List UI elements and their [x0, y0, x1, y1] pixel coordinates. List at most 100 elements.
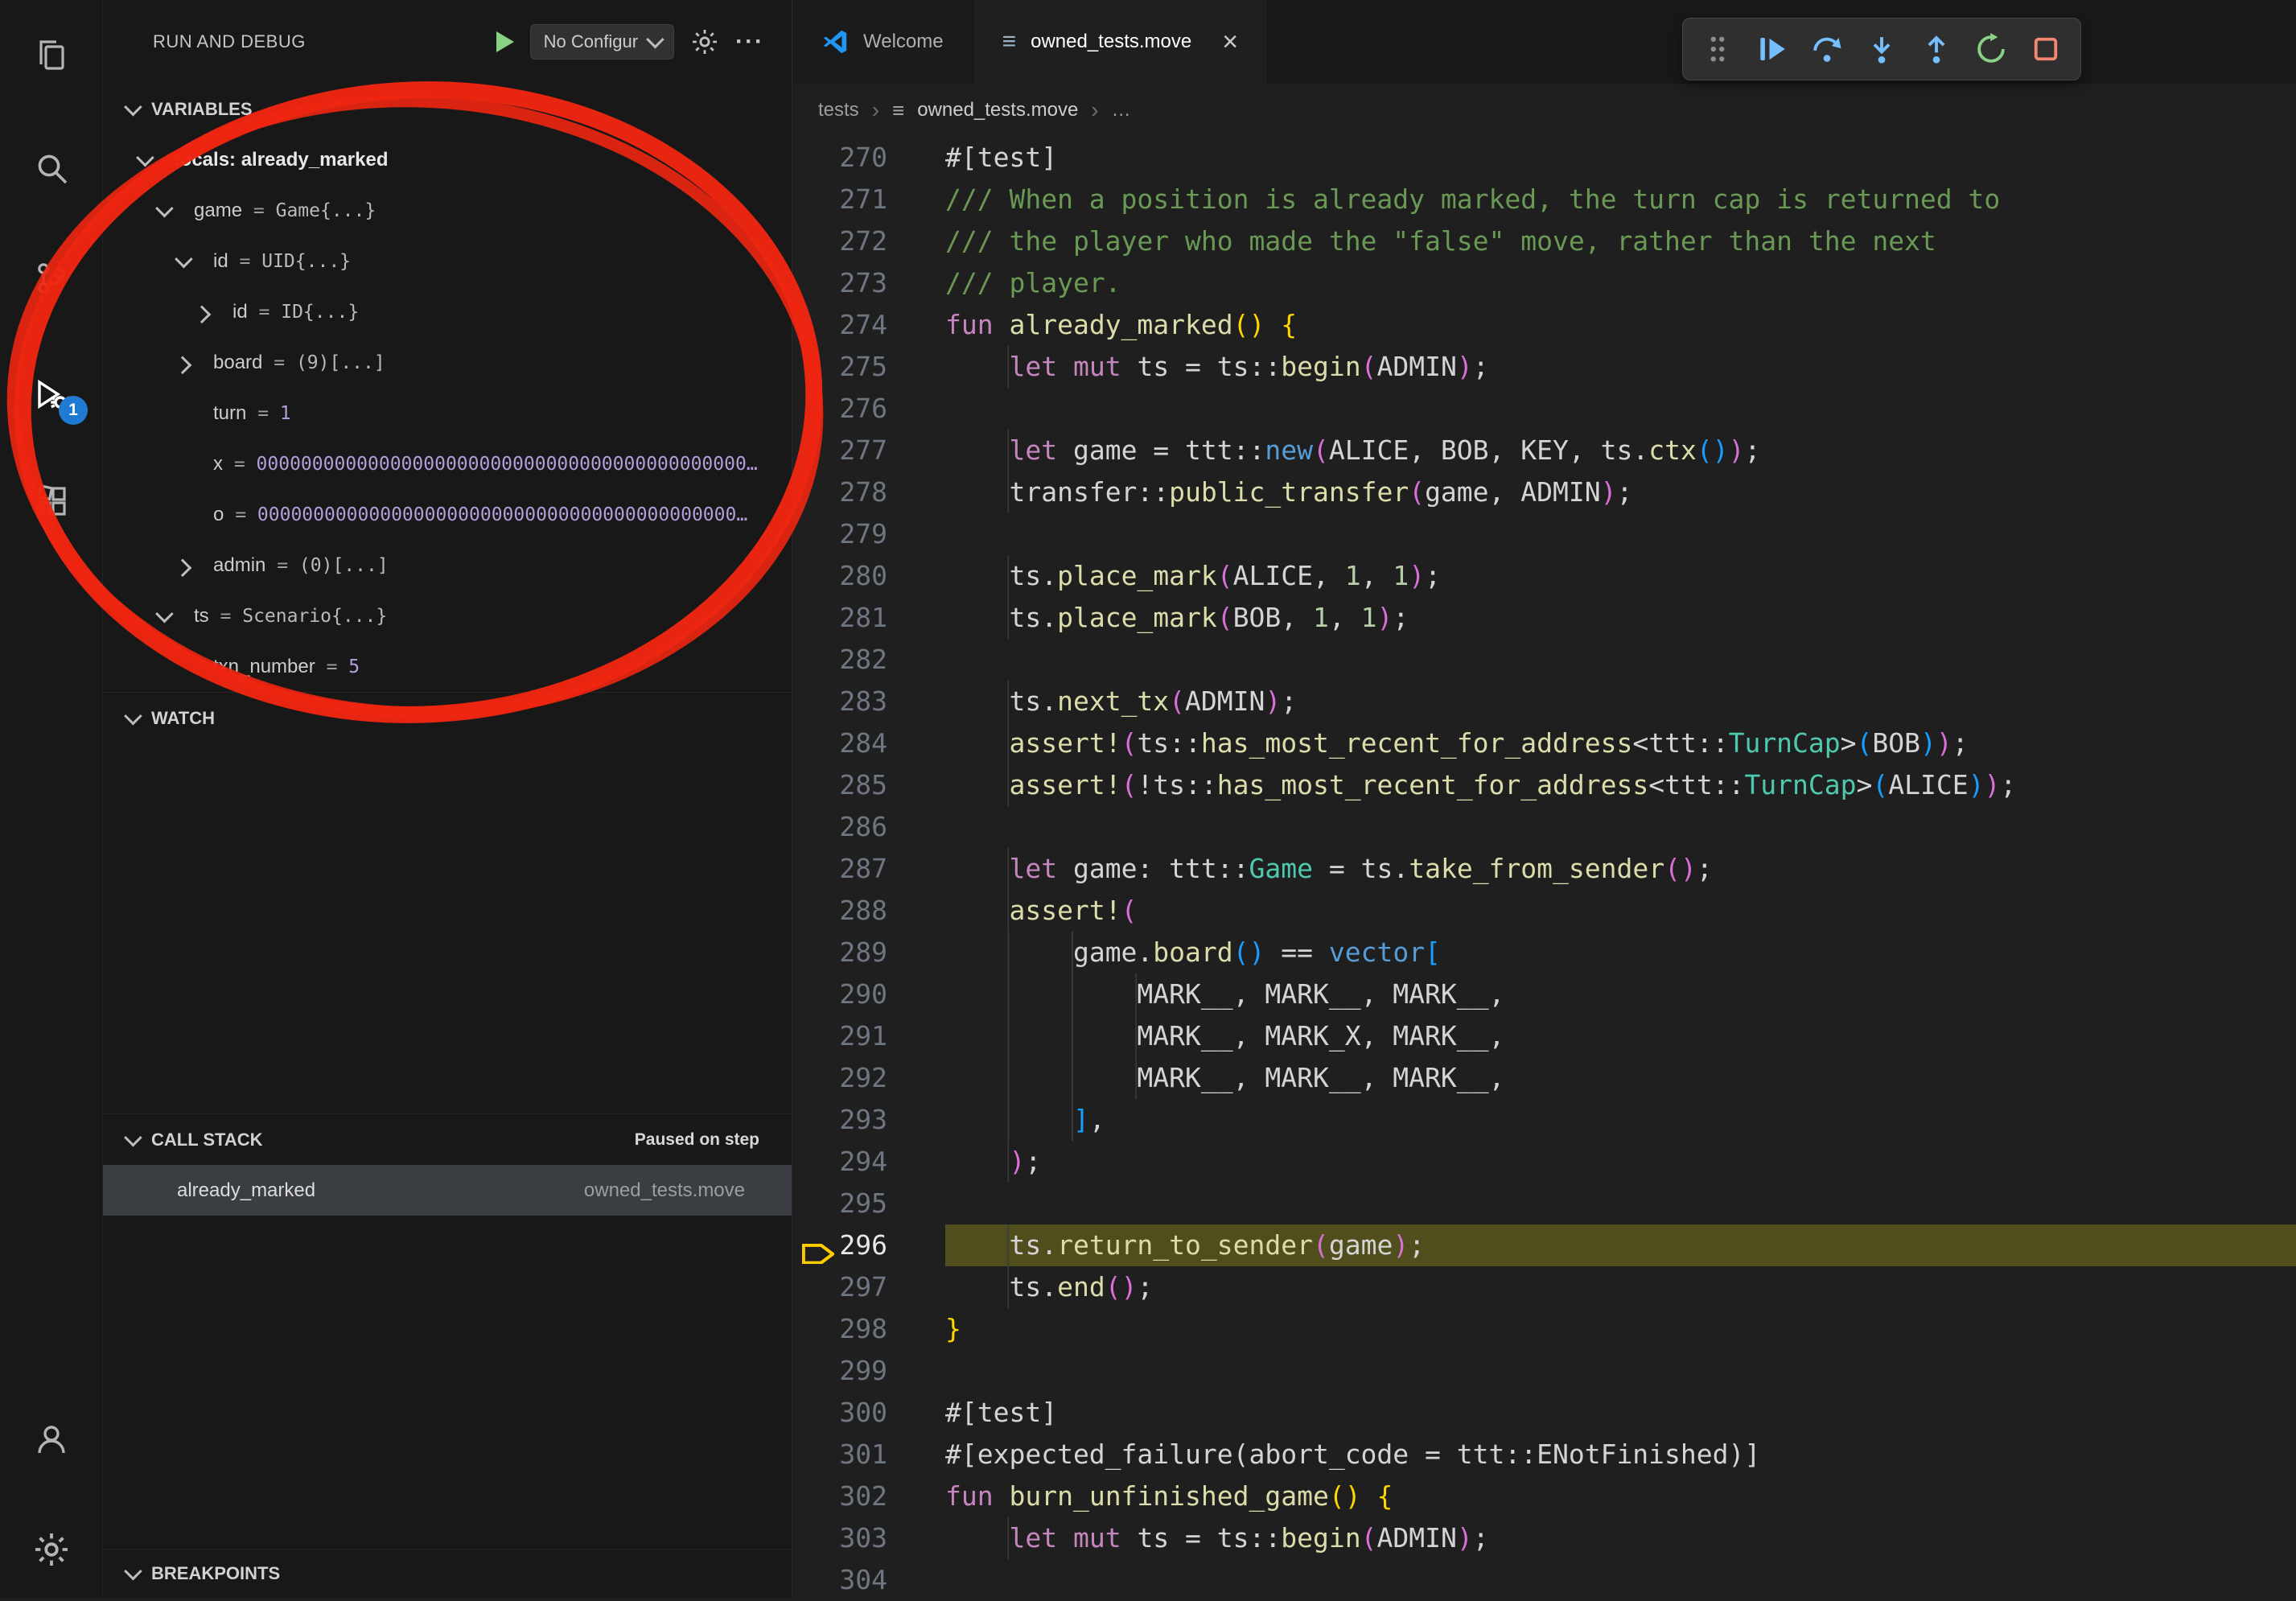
variable-row[interactable]: id = UID{...}: [103, 236, 792, 286]
account-icon[interactable]: [0, 1403, 102, 1475]
code-line-content[interactable]: assert!(ts::has_most_recent_for_address<…: [945, 722, 2296, 764]
code-line[interactable]: 298}: [792, 1308, 2296, 1350]
step-over-button[interactable]: [1808, 31, 1845, 68]
code-line[interactable]: 282: [792, 639, 2296, 681]
code-line[interactable]: 272/// the player who made the "false" m…: [792, 220, 2296, 262]
variable-row[interactable]: board = (9)[...]: [103, 337, 792, 388]
code-line[interactable]: 290 MARK__, MARK__, MARK__,: [792, 973, 2296, 1015]
chevron-down-icon[interactable]: [175, 249, 193, 268]
code-line-content[interactable]: /// player.: [945, 262, 2296, 304]
variable-row[interactable]: game = Game{...}: [103, 185, 792, 236]
code-line-content[interactable]: [945, 1559, 2296, 1601]
line-number[interactable]: 282: [792, 639, 945, 681]
step-into-button[interactable]: [1863, 31, 1900, 68]
code-line-content[interactable]: game.board() == vector[: [945, 932, 2296, 973]
line-number[interactable]: 274: [792, 304, 945, 346]
settings-gear-icon[interactable]: [0, 1513, 102, 1586]
line-number[interactable]: 276: [792, 388, 945, 430]
code-line[interactable]: 293 ],: [792, 1099, 2296, 1141]
line-number[interactable]: 286: [792, 806, 945, 848]
more-actions-icon[interactable]: ···: [735, 28, 764, 56]
code-line-content[interactable]: let game = ttt::new(ALICE, BOB, KEY, ts.…: [945, 430, 2296, 471]
code-line[interactable]: 304: [792, 1559, 2296, 1601]
variable-row[interactable]: locals: already_marked: [103, 134, 792, 185]
code-line-content[interactable]: MARK__, MARK__, MARK__,: [945, 1057, 2296, 1099]
line-number[interactable]: 290: [792, 973, 945, 1015]
close-tab-icon[interactable]: ×: [1222, 28, 1238, 56]
code-line-content[interactable]: let mut ts = ts::begin(ADMIN);: [945, 1517, 2296, 1559]
code-line[interactable]: 297 ts.end();: [792, 1266, 2296, 1308]
line-number[interactable]: 275: [792, 346, 945, 388]
line-number[interactable]: 294: [792, 1141, 945, 1183]
code-line[interactable]: 271/// When a position is already marked…: [792, 179, 2296, 220]
code-line[interactable]: 287 let game: ttt::Game = ts.take_from_s…: [792, 848, 2296, 890]
code-line[interactable]: 284 assert!(ts::has_most_recent_for_addr…: [792, 722, 2296, 764]
line-number[interactable]: 295: [792, 1183, 945, 1224]
code-line[interactable]: 270#[test]: [792, 137, 2296, 179]
search-icon[interactable]: [0, 132, 102, 204]
chevron-right-icon[interactable]: [174, 356, 192, 374]
line-number[interactable]: 279: [792, 513, 945, 555]
code-line-content[interactable]: let mut ts = ts::begin(ADMIN);: [945, 346, 2296, 388]
code-line-content[interactable]: ],: [945, 1099, 2296, 1141]
code-line[interactable]: 276: [792, 388, 2296, 430]
code-line-content[interactable]: ts.return_to_sender(game);: [945, 1224, 2296, 1266]
variable-row[interactable]: admin = (0)[...]: [103, 540, 792, 591]
line-number[interactable]: 288: [792, 890, 945, 932]
variable-row[interactable]: id = ID{...}: [103, 286, 792, 337]
code-line-content[interactable]: }: [945, 1308, 2296, 1350]
debug-settings-gear-icon[interactable]: [690, 27, 719, 56]
code-line-content[interactable]: [945, 639, 2296, 681]
chevron-right-icon[interactable]: [174, 558, 192, 577]
code-line[interactable]: 296 ts.return_to_sender(game);: [792, 1224, 2296, 1266]
line-number[interactable]: 278: [792, 471, 945, 513]
code-line-content[interactable]: MARK__, MARK_X, MARK__,: [945, 1015, 2296, 1057]
line-number[interactable]: 292: [792, 1057, 945, 1099]
start-debug-icon[interactable]: [496, 31, 514, 52]
breadcrumb-folder[interactable]: tests: [818, 99, 859, 121]
line-number[interactable]: 296: [792, 1224, 945, 1266]
code-line[interactable]: 283 ts.next_tx(ADMIN);: [792, 681, 2296, 722]
code-line[interactable]: 300#[test]: [792, 1392, 2296, 1434]
variable-row[interactable]: o = 000000000000000000000000000000000000…: [103, 489, 792, 540]
run-and-debug-icon[interactable]: 1: [0, 359, 102, 431]
code-line[interactable]: 288 assert!(: [792, 890, 2296, 932]
code-line-content[interactable]: [945, 1183, 2296, 1224]
source-control-icon[interactable]: [0, 242, 102, 315]
line-number[interactable]: 303: [792, 1517, 945, 1559]
variables-section-header[interactable]: VARIABLES: [103, 84, 792, 134]
code-line[interactable]: 295: [792, 1183, 2296, 1224]
line-number[interactable]: 300: [792, 1392, 945, 1434]
extensions-icon[interactable]: [0, 466, 102, 538]
chevron-down-icon[interactable]: [155, 199, 174, 217]
call-stack-section-header[interactable]: CALL STACK Paused on step: [103, 1113, 792, 1165]
line-number[interactable]: 277: [792, 430, 945, 471]
line-number[interactable]: 291: [792, 1015, 945, 1057]
code-line[interactable]: 291 MARK__, MARK_X, MARK__,: [792, 1015, 2296, 1057]
step-out-button[interactable]: [1918, 31, 1955, 68]
line-number[interactable]: 271: [792, 179, 945, 220]
code-line-content[interactable]: );: [945, 1141, 2296, 1183]
tab-owned-tests-move[interactable]: ≡ owned_tests.move ×: [973, 0, 1268, 84]
code-line-content[interactable]: MARK__, MARK__, MARK__,: [945, 973, 2296, 1015]
line-number[interactable]: 298: [792, 1308, 945, 1350]
breakpoints-section-header[interactable]: BREAKPOINTS: [103, 1549, 792, 1598]
code-line-content[interactable]: [945, 513, 2296, 555]
code-line[interactable]: 281 ts.place_mark(BOB, 1, 1);: [792, 597, 2296, 639]
code-line-content[interactable]: fun already_marked() {: [945, 304, 2296, 346]
continue-button[interactable]: [1754, 31, 1791, 68]
code-line-content[interactable]: [945, 806, 2296, 848]
code-line[interactable]: 285 assert!(!ts::has_most_recent_for_add…: [792, 764, 2296, 806]
code-line[interactable]: 274fun already_marked() {: [792, 304, 2296, 346]
debug-config-dropdown[interactable]: No Configur: [530, 24, 674, 60]
line-number[interactable]: 272: [792, 220, 945, 262]
explorer-icon[interactable]: [0, 19, 102, 92]
code-line-content[interactable]: transfer::public_transfer(game, ADMIN);: [945, 471, 2296, 513]
line-number[interactable]: 285: [792, 764, 945, 806]
toolbar-drag-handle-icon[interactable]: [1699, 31, 1736, 68]
code-line-content[interactable]: #[test]: [945, 137, 2296, 179]
line-number[interactable]: 299: [792, 1350, 945, 1392]
line-number[interactable]: 281: [792, 597, 945, 639]
line-number[interactable]: 289: [792, 932, 945, 973]
line-number[interactable]: 283: [792, 681, 945, 722]
